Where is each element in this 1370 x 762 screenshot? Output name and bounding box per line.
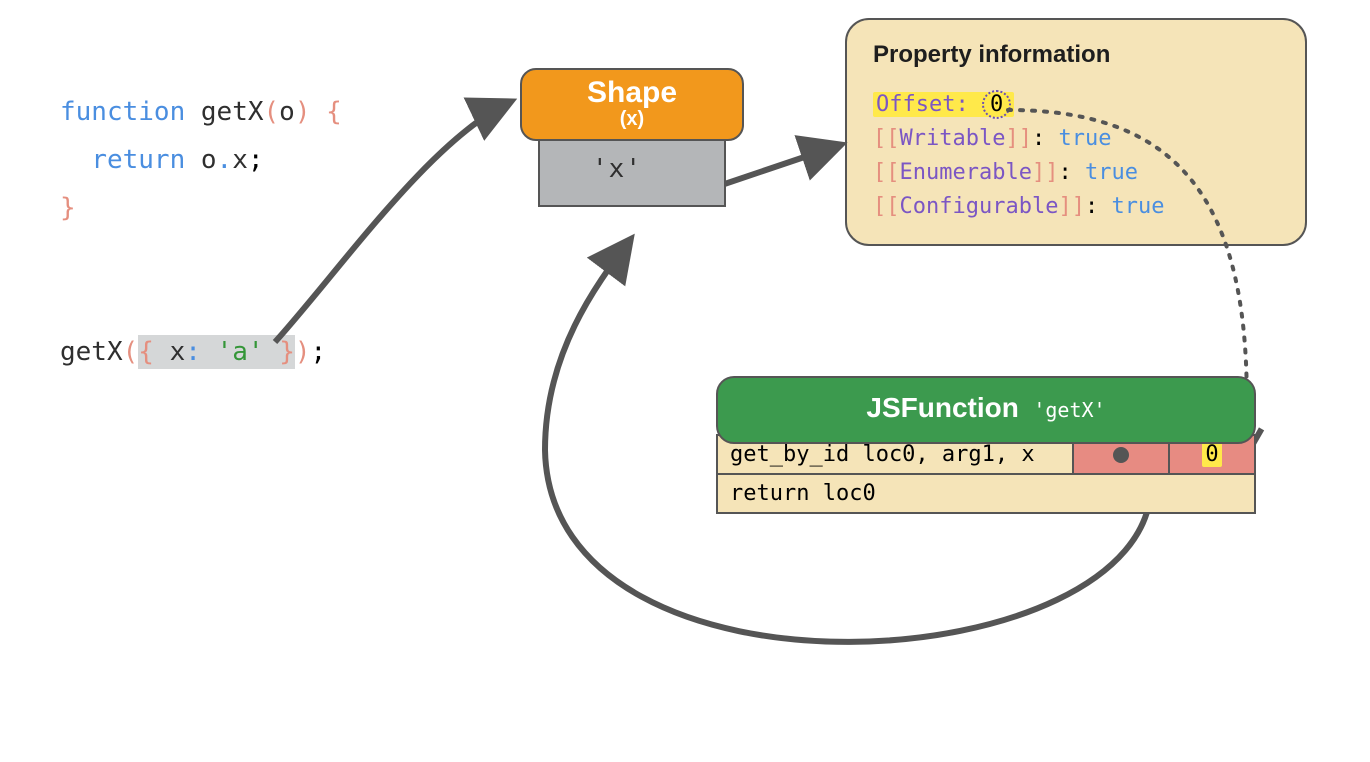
- bytecode-instr-2: return loc0: [718, 475, 1254, 512]
- offset-value-circle: 0: [982, 90, 1011, 119]
- dot: .: [217, 145, 233, 175]
- jsfunction-header: JSFunction 'getX': [716, 376, 1256, 444]
- offset-value: 0: [990, 92, 1003, 117]
- paren-close: ): [295, 97, 311, 127]
- jsfunction-box: JSFunction 'getX' get_by_id loc0, arg1, …: [716, 376, 1256, 514]
- configurable-value: true: [1111, 194, 1164, 219]
- brace-open: {: [326, 97, 342, 127]
- enumerable-label: Enumerable: [900, 160, 1032, 185]
- prop-x: x: [232, 145, 248, 175]
- obj-o: o: [201, 145, 217, 175]
- configurable-label: Configurable: [900, 194, 1059, 219]
- call-pclose: ): [295, 337, 311, 367]
- call-fn: getX: [60, 337, 123, 367]
- semi: ;: [248, 145, 264, 175]
- code-block: function getX(o) { return o.x; } getX({ …: [60, 88, 342, 376]
- lit-colon: :: [185, 337, 201, 367]
- paren-open: (: [264, 97, 280, 127]
- inline-cache-offset-value: 0: [1202, 442, 1221, 467]
- jsfunction-bytecode-table: get_by_id loc0, arg1, x 0 return loc0: [716, 434, 1256, 514]
- jsfunction-title: JSFunction: [866, 392, 1018, 423]
- kw-function: function: [60, 97, 185, 127]
- writable-label: Writable: [900, 126, 1006, 151]
- shape-subtitle: (x): [522, 108, 742, 131]
- shape-slot: 'x': [538, 133, 726, 207]
- call-popen: (: [123, 337, 139, 367]
- shape-slot-label: 'x': [592, 154, 642, 184]
- writable-value: true: [1058, 126, 1111, 151]
- bytecode-row-2: return loc0: [718, 473, 1254, 512]
- cache-dot-icon: [1113, 447, 1129, 463]
- property-info-title: Property information: [873, 38, 1283, 72]
- param-o: o: [279, 97, 295, 127]
- shape-header: Shape (x): [520, 68, 744, 141]
- shape-title: Shape: [522, 76, 742, 110]
- lit-brace-close: }: [279, 337, 295, 367]
- enumerable-value: true: [1085, 160, 1138, 185]
- writable-row: [[Writable]]: true: [873, 122, 1283, 156]
- lit-key: x: [170, 337, 186, 367]
- call-semi: ;: [311, 337, 327, 367]
- property-info-panel: Property information Offset: 0 [[Writabl…: [845, 18, 1307, 246]
- lit-value: 'a': [217, 337, 264, 367]
- kw-return: return: [91, 145, 185, 175]
- offset-row: Offset: 0: [873, 88, 1283, 122]
- object-literal-highlight: { x: 'a' }: [138, 335, 295, 369]
- offset-label: Offset:: [876, 92, 969, 117]
- jsfunction-name: 'getX': [1033, 398, 1105, 422]
- enumerable-row: [[Enumerable]]: true: [873, 156, 1283, 190]
- shape-box: Shape (x) 'x': [520, 68, 744, 207]
- fn-name: getX: [201, 97, 264, 127]
- configurable-row: [[Configurable]]: true: [873, 190, 1283, 224]
- brace-close: }: [60, 193, 76, 223]
- lit-brace-open: {: [138, 337, 154, 367]
